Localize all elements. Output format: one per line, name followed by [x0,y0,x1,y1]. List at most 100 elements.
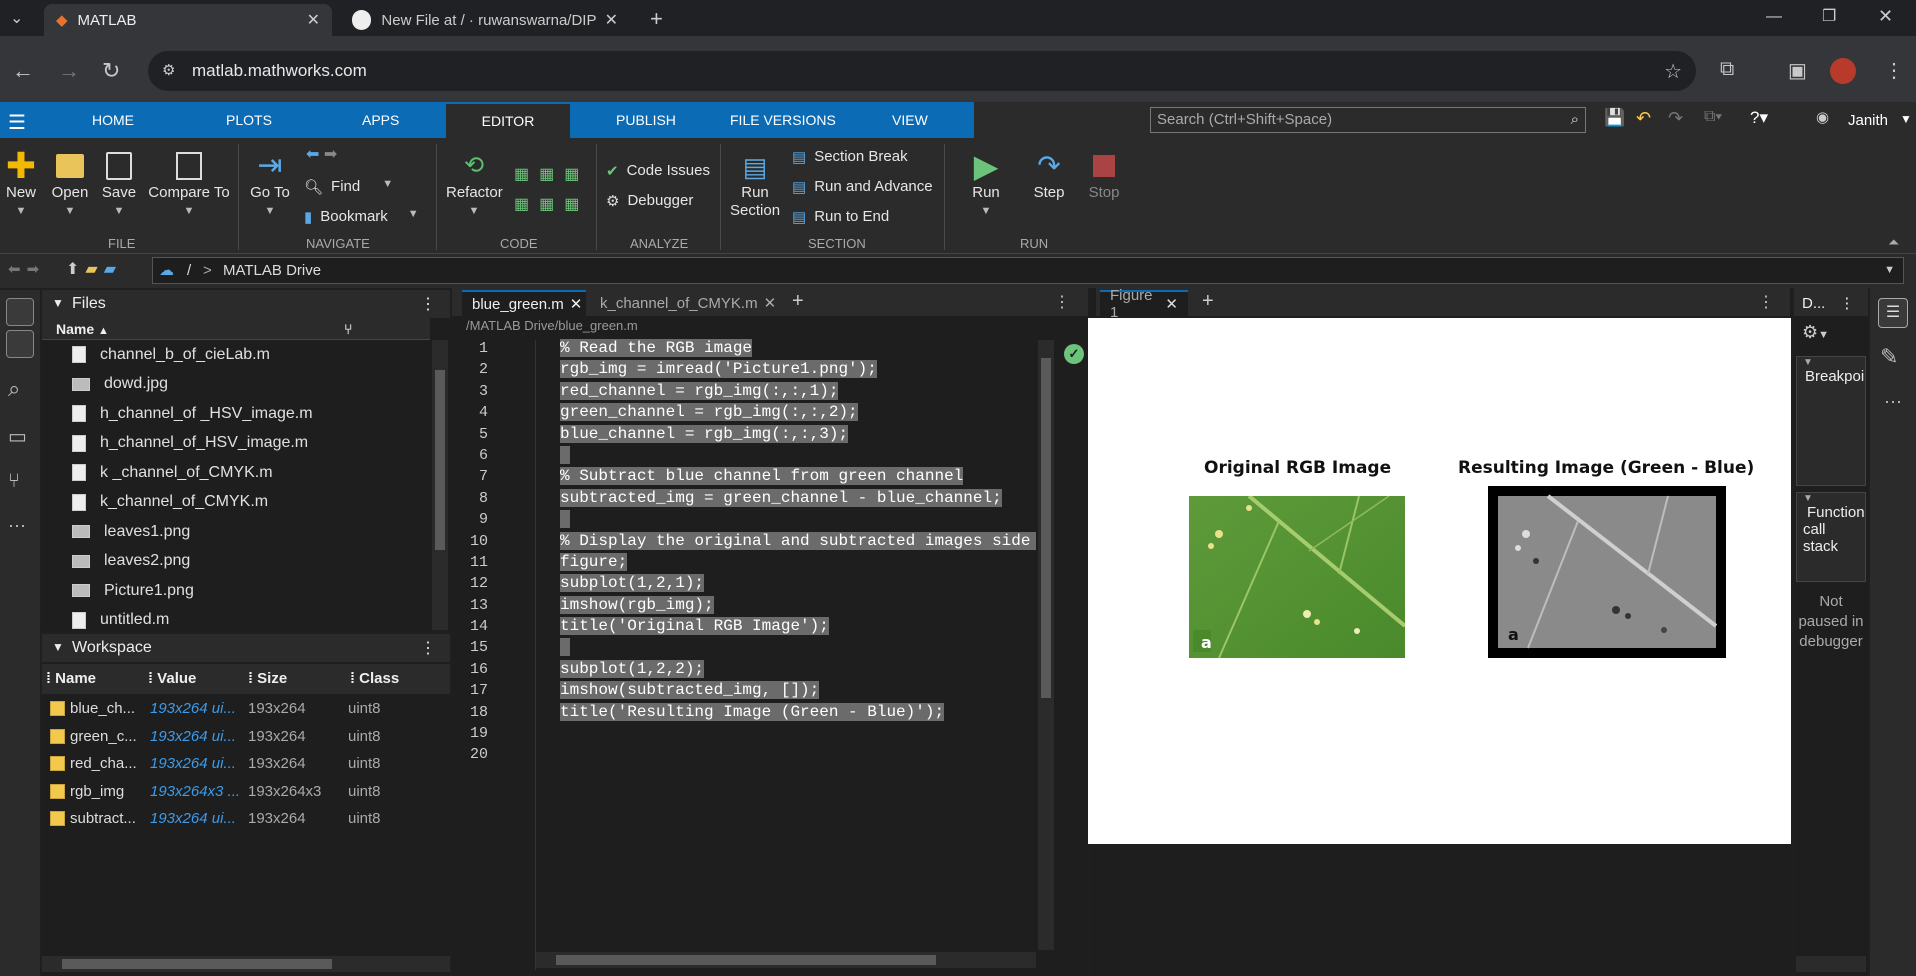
browser-tab-matlab[interactable]: ◆ MATLAB ✕ [44,4,332,36]
workspace-rail-icon[interactable] [6,330,34,358]
tab-file-versions[interactable]: FILE VERSIONS [716,102,850,138]
tab-publish[interactable]: PUBLISH [602,102,690,138]
tab-apps[interactable]: APPS [348,102,413,138]
workspace-column-header[interactable]: ⁞ Name ⁞ Value ⁞ Size ⁞ Class [42,664,450,694]
save-icon[interactable]: 💾 [1604,108,1625,128]
run-button[interactable]: ▶ Run ▼ [960,148,1012,218]
run-to-end-button[interactable]: ▤ Run to End [792,208,889,226]
path-nav-icons[interactable]: ⬅➡ [8,260,45,278]
tab-search-icon[interactable]: ⌄ [10,8,23,28]
code-line[interactable]: subplot(1,2,2); [560,659,1036,680]
run-advance-button[interactable]: ▤ Run and Advance [792,178,933,196]
back-nav-icon[interactable]: ⬅ ➡ [306,144,337,164]
folder-up-icon[interactable]: ⬆▰▰ [66,259,122,279]
source-control-icon[interactable]: ⑂ [8,470,20,493]
close-icon[interactable]: ✕ [307,10,320,30]
code-line[interactable]: subtracted_img = green_channel - blue_ch… [560,488,1036,509]
workspace-row[interactable]: rgb_img 193x264x3 ... 193x264x3 uint8 [42,778,450,806]
new-figure-tab-icon[interactable]: + [1202,290,1214,313]
help-icon[interactable]: ?▾ [1750,108,1768,128]
new-tab-icon[interactable]: + [650,6,663,32]
figure-canvas[interactable]: Original RGB Image Resulting Image (Gree… [1088,318,1791,844]
file-list-item[interactable]: Picture1.png [42,576,430,606]
goto-button[interactable]: ⇥ Go To ▼ [248,148,292,218]
back-icon[interactable]: ← [12,58,34,84]
hamburger-icon[interactable]: ☰ [8,110,26,135]
compare-button[interactable]: Compare To ▼ [148,148,230,218]
code-line[interactable]: title('Original RGB Image'); [560,616,1036,637]
redo-icon[interactable]: ↷ [1668,108,1683,129]
minimize-icon[interactable]: — [1766,8,1782,26]
new-button[interactable]: ✚ New ▼ [2,148,40,218]
code-issues-button[interactable]: ✔ Code Issues [606,162,710,180]
code-line[interactable]: title('Resulting Image (Green - Blue)'); [560,702,1036,723]
editor-tab-blue-green[interactable]: blue_green.m ✕ [462,290,586,316]
browser-tab-github[interactable]: New File at / · ruwanswarna/DIP ✕ [340,4,630,36]
debugger-button[interactable]: ⚙ Debugger [606,192,693,210]
more-icon[interactable]: ⋮ [1884,58,1904,83]
workspace-row[interactable]: blue_ch... 193x264 ui... 193x264 uint8 [42,695,450,723]
debug-scrollbar[interactable] [1796,956,1866,972]
code-line[interactable]: % Subtract blue channel from green chann… [560,466,1036,487]
workspace-row[interactable]: red_cha... 193x264 ui... 193x264 uint8 [42,750,450,778]
step-button[interactable]: ↷ Step [1024,148,1074,201]
file-list-item[interactable]: dowd.jpg [42,370,430,400]
site-info-icon[interactable]: ⚙ [162,61,175,79]
code-tools-icon[interactable]: ▦▦▦ ▦▦▦ [514,160,589,220]
file-list-item[interactable]: k_channel_of_CMYK.m [42,488,430,518]
editor-hscrollbar[interactable] [536,952,1036,968]
figure-tab[interactable]: Figure 1 ✕ [1100,287,1188,321]
avatar[interactable] [1830,58,1856,84]
file-list-item[interactable]: channel_b_of_cieLab.m [42,340,430,370]
file-list-item[interactable]: untitled.m [42,606,430,636]
new-editor-tab-icon[interactable]: + [792,290,804,313]
code-line[interactable] [560,445,1036,466]
properties-rail-icon[interactable]: ✎ [1880,344,1898,370]
window-close-icon[interactable]: ✕ [1878,6,1893,27]
code-line[interactable] [560,509,1036,530]
more-icon[interactable]: ⋮ [420,294,436,314]
code-line[interactable]: % Read the RGB image [560,338,1036,359]
more-icon[interactable]: ⋯ [1884,392,1902,413]
editor-tab-k-channel[interactable]: k_channel_of_CMYK.m ✕ [590,290,776,316]
user-name[interactable]: Janith [1848,112,1888,129]
more-icon[interactable]: ⋮ [1839,295,1854,312]
code-line[interactable] [560,744,1036,765]
tab-home[interactable]: HOME [78,102,148,138]
sidepanel-icon[interactable]: ▣ [1788,58,1807,83]
code-area[interactable]: % Read the RGB image rgb_img = imread('Pi… [560,338,1036,766]
file-list-item[interactable]: k _channel_of_CMYK.m [42,458,430,488]
close-icon[interactable]: ✕ [605,10,618,30]
bookmark-star-icon[interactable]: ☆ [1664,59,1682,84]
code-line[interactable]: % Display the original and subtracted im… [560,531,1036,552]
code-line[interactable] [560,723,1036,744]
file-list-item[interactable]: h_channel_of _HSV_image.m [42,399,430,429]
stop-button[interactable]: Stop [1082,148,1126,201]
find-button[interactable]: 🔍︎ Find ▼ [304,178,393,196]
search-input[interactable]: Search (Ctrl+Shift+Space) ⌕ [1150,107,1586,133]
run-section-button[interactable]: ▤ Run Section [730,150,780,220]
code-ok-icon[interactable]: ✓ [1064,344,1084,364]
extensions-icon[interactable]: ⧉ [1720,58,1734,81]
undo-icon[interactable]: ↶ [1636,108,1651,129]
restore-icon[interactable]: ❐ [1822,6,1836,26]
workspace-row[interactable]: subtract... 193x264 ui... 193x264 uint8 [42,805,450,833]
address-bar[interactable]: ⚙ matlab.mathworks.com ☆ [148,51,1696,91]
editor-vscrollbar[interactable] [1038,340,1054,950]
code-line[interactable]: imshow(subtracted_img, []); [560,680,1036,701]
tab-editor[interactable]: EDITOR [446,102,570,138]
debugger-rail-icon[interactable]: ☰ [1878,298,1908,328]
files-column-header[interactable]: Name ▲ ⑂ [42,318,430,340]
tab-plots[interactable]: PLOTS [212,102,286,138]
code-line[interactable] [560,637,1036,658]
file-list-item[interactable]: leaves2.png [42,547,430,577]
open-button[interactable]: Open ▼ [50,148,90,218]
workspace-scrollbar[interactable] [42,956,450,972]
code-line[interactable]: rgb_img = imread('Picture1.png'); [560,359,1036,380]
file-list-item[interactable]: leaves1.png [42,517,430,547]
more-icon[interactable]: ⋮ [1054,292,1070,312]
files-rail-icon[interactable] [6,298,34,326]
code-line[interactable]: red_channel = rgb_img(:,:,1); [560,381,1036,402]
code-line[interactable]: subplot(1,2,1); [560,573,1036,594]
more-icon[interactable]: ⋯ [8,516,26,537]
